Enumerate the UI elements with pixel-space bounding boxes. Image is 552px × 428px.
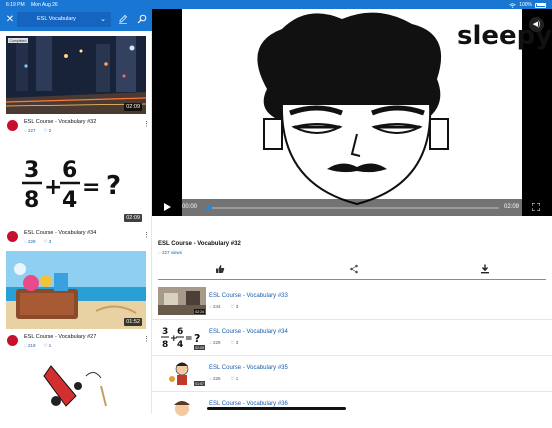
search-icon[interactable] — [137, 14, 147, 24]
app-bar: ✕ ESL Vocabulary ⌄ — [0, 9, 152, 31]
video-thumbnail[interactable]: 01:52 — [6, 251, 146, 329]
video-frame[interactable]: sleepy — [182, 9, 552, 216]
related-duration: 02:09 — [194, 345, 205, 350]
status-time: 6:19 PM — [6, 2, 25, 8]
more-options-icon[interactable]: ⋮ — [143, 232, 150, 239]
battery-icon — [535, 2, 546, 8]
likes-count: ♡ 3 — [230, 304, 239, 309]
volume-icon[interactable]: ◀) — [529, 17, 544, 32]
chevron-down-icon: ⌄ — [100, 16, 106, 23]
likes-count: ♡ 3 — [43, 239, 52, 244]
views-count: ◌ 227 — [24, 128, 36, 133]
svg-text:=: = — [82, 175, 100, 200]
related-duration: 02:24 — [194, 309, 205, 314]
video-title: ESL Course - Vocabulary #32 — [158, 241, 241, 247]
download-icon[interactable] — [480, 264, 490, 274]
svg-text:+: + — [44, 175, 62, 200]
item-meta: ◌ 219 ♡ 1 — [24, 343, 51, 349]
status-date: Mon Aug 26 — [31, 2, 58, 8]
svg-text:4: 4 — [62, 188, 77, 213]
related-thumbnail[interactable]: 38 + 64 =? 02:09 — [158, 323, 206, 351]
related-thumbnail[interactable]: 02:24 — [158, 287, 206, 315]
svg-text:3: 3 — [162, 327, 168, 337]
item-title[interactable]: ESL Course - Vocabulary #27 — [24, 334, 96, 340]
views-count: ◌ 244 — [209, 304, 221, 309]
channel-avatar — [7, 335, 18, 346]
svg-text:?: ? — [106, 171, 121, 201]
svg-text:4: 4 — [177, 340, 183, 350]
view-count: ◌ 227 views — [158, 250, 182, 255]
video-thumbnail[interactable]: 3 8 + 6 4 = ? 02:09 — [6, 147, 146, 225]
likes-count: ♡ 3 — [230, 340, 239, 345]
playlist-sidebar[interactable]: Completed 02:09 ESL Course - Vocabulary … — [0, 31, 152, 414]
likes-count: ♡ 2 — [43, 128, 52, 133]
share-icon[interactable] — [349, 264, 359, 274]
related-title[interactable]: ESL Course - Vocabulary #33 — [209, 293, 288, 299]
related-video-item[interactable]: 38 + 64 =? 02:09 ESL Course - Vocabulary… — [152, 320, 552, 356]
cartoon-face-image — [174, 401, 190, 416]
related-duration: 01:57 — [194, 381, 205, 386]
video-thumbnail[interactable] — [6, 356, 146, 414]
related-meta: ◌ 226 ♡ 1 — [209, 376, 238, 382]
item-meta: ◌ 229 ♡ 3 — [24, 239, 51, 245]
duration-label: 02:09 — [124, 103, 142, 111]
play-icon[interactable] — [164, 203, 171, 211]
related-video-item[interactable]: 02:24 ESL Course - Vocabulary #33 ◌ 244 … — [152, 284, 552, 320]
duration-label: 01:52 — [124, 318, 142, 326]
item-title[interactable]: ESL Course - Vocabulary #34 — [24, 230, 96, 236]
home-indicator — [207, 407, 346, 410]
more-options-icon[interactable]: ⋮ — [143, 121, 150, 128]
item-title[interactable]: ESL Course - Vocabulary #32 — [24, 119, 96, 125]
video-details: ESL Course - Vocabulary #32 ◌ 227 views … — [152, 216, 552, 423]
more-options-icon[interactable]: ⋮ — [143, 336, 150, 343]
svg-text:8: 8 — [162, 340, 168, 350]
svg-text:3: 3 — [24, 158, 39, 183]
duration-label: 02:09 — [124, 214, 142, 222]
current-time: 00:00 — [182, 204, 198, 210]
seek-handle[interactable] — [206, 205, 212, 210]
action-bar — [158, 260, 546, 280]
views-count: ◌ 229 — [24, 239, 36, 244]
related-title[interactable]: ESL Course - Vocabulary #35 — [209, 365, 288, 371]
svg-text:6: 6 — [62, 158, 77, 183]
player-controls: 00:00 02:09 — [152, 199, 552, 216]
likes-count: ♡ 1 — [230, 376, 239, 381]
item-meta: ◌ 227 ♡ 2 — [24, 128, 51, 134]
fullscreen-icon[interactable] — [532, 203, 540, 211]
svg-text:8: 8 — [24, 188, 39, 213]
battery-percent: 100% — [519, 2, 532, 8]
like-icon[interactable] — [215, 264, 225, 274]
views-count: ◌ 226 — [209, 376, 221, 381]
video-player[interactable]: sleepy ◀) 00:00 02:09 — [152, 9, 552, 216]
wifi-icon — [509, 2, 516, 8]
playlist-label: ESL Vocabulary — [37, 16, 76, 22]
total-time: 02:09 — [504, 204, 520, 210]
status-right: 100% — [509, 2, 546, 8]
related-meta: ◌ 229 ♡ 3 — [209, 340, 238, 346]
views-count: ◌ 219 — [24, 343, 36, 348]
video-thumbnail[interactable]: Completed 02:09 — [6, 36, 146, 114]
channel-avatar — [7, 231, 18, 242]
svg-text:?: ? — [194, 332, 200, 345]
completed-badge: Completed — [8, 38, 28, 43]
cartoon-car-image — [43, 365, 107, 407]
related-thumbnail[interactable]: 01:57 — [158, 359, 206, 387]
views-count: ◌ 229 — [209, 340, 221, 345]
svg-text:6: 6 — [177, 327, 183, 337]
likes-count: ♡ 1 — [43, 343, 52, 348]
related-video-item[interactable]: ESL Course - Vocabulary #36 — [152, 392, 552, 428]
related-title[interactable]: ESL Course - Vocabulary #34 — [209, 329, 288, 335]
svg-text:=: = — [185, 334, 193, 344]
edit-icon[interactable] — [118, 14, 128, 24]
related-thumbnail[interactable] — [158, 395, 206, 423]
status-bar: 6:19 PM Mon Aug 26 100% — [0, 0, 552, 9]
playlist-selector[interactable]: ESL Vocabulary ⌄ — [17, 12, 111, 27]
seek-bar[interactable] — [205, 205, 499, 210]
related-video-item[interactable]: 01:57 ESL Course - Vocabulary #35 ◌ 226 … — [152, 356, 552, 392]
related-meta: ◌ 244 ♡ 3 — [209, 304, 238, 310]
channel-avatar — [7, 120, 18, 131]
close-icon[interactable]: ✕ — [4, 13, 16, 26]
